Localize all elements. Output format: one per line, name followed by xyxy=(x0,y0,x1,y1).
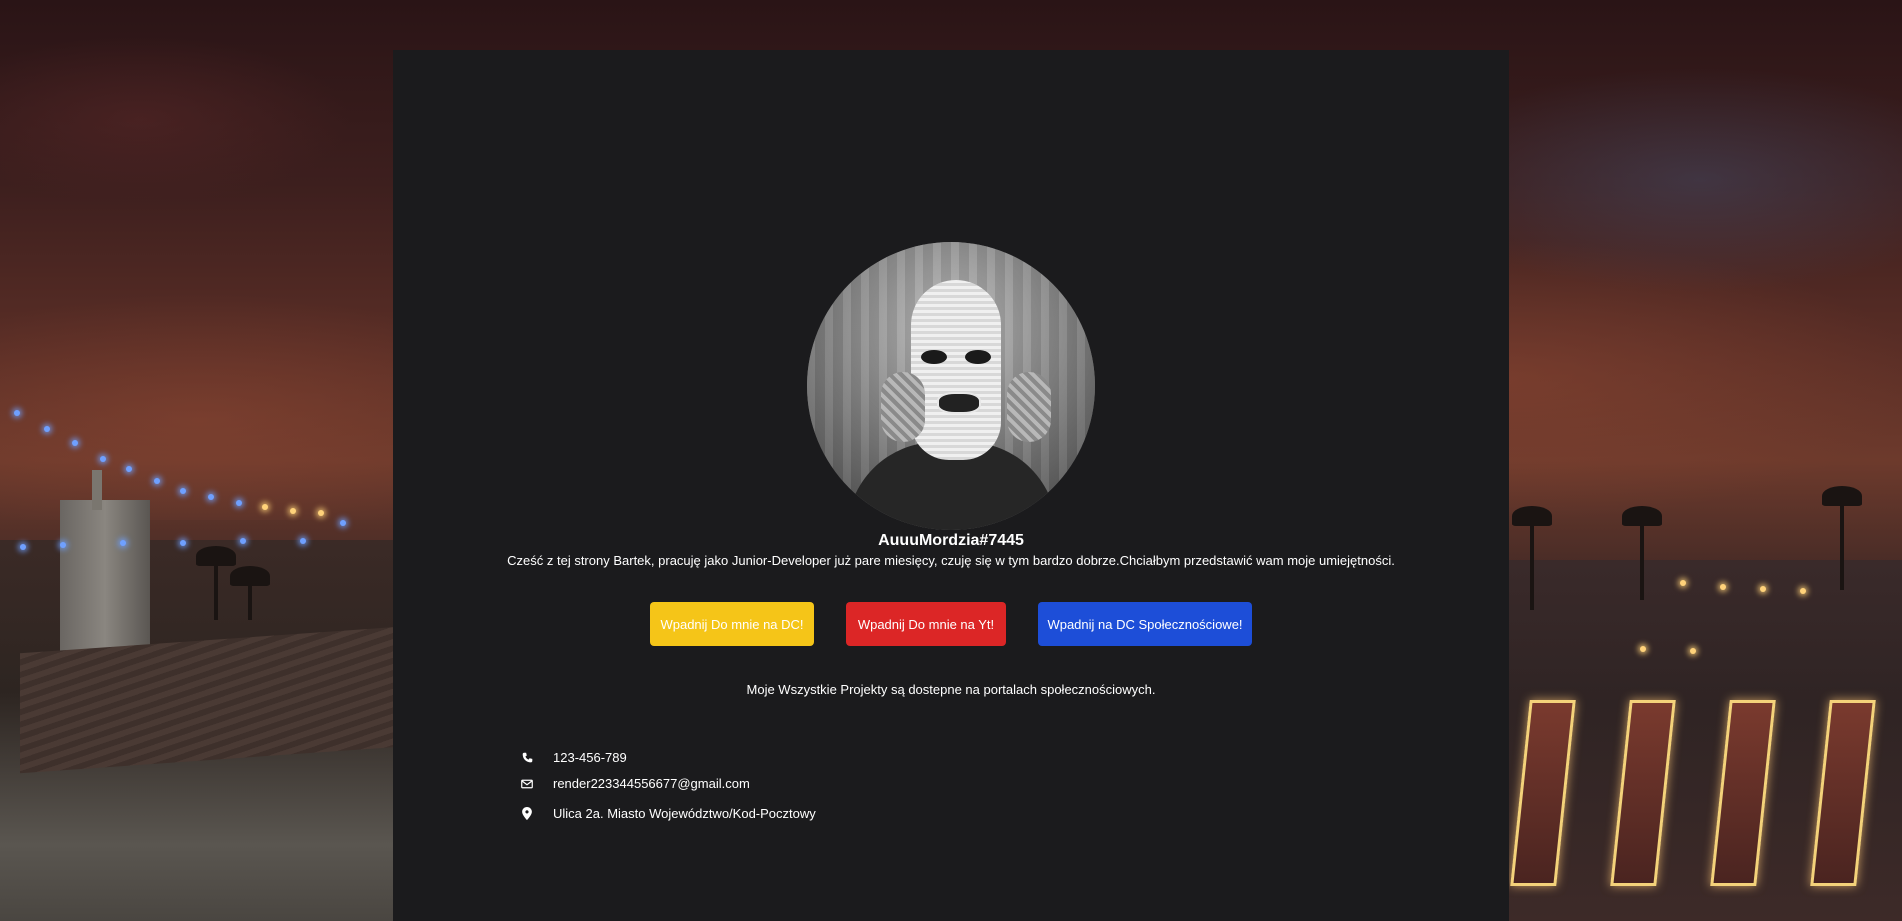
string-light xyxy=(1800,588,1806,594)
avatar-eye xyxy=(965,350,991,364)
string-light xyxy=(208,494,214,500)
string-light xyxy=(340,520,346,526)
string-light xyxy=(1640,646,1646,652)
profile-card: AuuuMordzia#7445 Cześć z tej strony Bart… xyxy=(393,50,1509,921)
string-light xyxy=(1680,580,1686,586)
string-light xyxy=(100,456,106,462)
palm-tree xyxy=(1622,506,1662,600)
youtube-button[interactable]: Wpadnij Do mnie na Yt! xyxy=(846,602,1006,646)
avatar-hand xyxy=(881,372,925,442)
string-light xyxy=(154,478,160,484)
projects-text: Moje Wszystkie Projekty są dostepne na p… xyxy=(746,682,1156,697)
profile-avatar xyxy=(807,242,1095,530)
church-tower xyxy=(60,500,150,660)
string-light xyxy=(20,544,26,550)
palm-tree xyxy=(1512,506,1552,610)
string-light xyxy=(290,508,296,514)
profile-username: AuuuMordzia#7445 xyxy=(878,532,1024,549)
string-light xyxy=(126,466,132,472)
palm-tree xyxy=(1822,486,1862,590)
profile-intro: Cześć z tej strony Bartek, pracuję jako … xyxy=(507,553,1395,568)
street-address: Ulica 2a. Miasto Województwo/Kod-Pocztow… xyxy=(553,806,816,821)
community-discord-button[interactable]: Wpadnij na DC Społecznościowe! xyxy=(1038,602,1252,646)
string-light xyxy=(300,538,306,544)
avatar-balaclava xyxy=(911,280,1001,460)
string-light xyxy=(262,504,268,510)
church-spire xyxy=(92,470,102,510)
string-light xyxy=(236,500,242,506)
avatar-mouth xyxy=(937,392,981,414)
contact-email: render223344556677@gmail.com xyxy=(521,776,750,791)
avatar-eye xyxy=(921,350,947,364)
string-light xyxy=(1760,586,1766,592)
envelope-icon xyxy=(521,778,533,790)
string-light xyxy=(1690,648,1696,654)
discord-button[interactable]: Wpadnij Do mnie na DC! xyxy=(650,602,814,646)
string-light xyxy=(44,426,50,432)
email-address: render223344556677@gmail.com xyxy=(553,776,750,791)
avatar-hand xyxy=(1007,372,1051,442)
map-pin-icon xyxy=(521,807,533,820)
string-light xyxy=(1720,584,1726,590)
string-light xyxy=(60,542,66,548)
palm-tree xyxy=(196,546,236,620)
string-light xyxy=(318,510,324,516)
string-light xyxy=(14,410,20,416)
phone-icon xyxy=(521,752,533,764)
string-light xyxy=(240,538,246,544)
string-light xyxy=(72,440,78,446)
string-light xyxy=(180,488,186,494)
string-light xyxy=(180,540,186,546)
string-light xyxy=(120,540,126,546)
contact-address: Ulica 2a. Miasto Województwo/Kod-Pocztow… xyxy=(521,806,816,821)
palm-tree xyxy=(230,566,270,620)
contact-phone: 123-456-789 xyxy=(521,750,627,765)
phone-number: 123-456-789 xyxy=(553,750,627,765)
